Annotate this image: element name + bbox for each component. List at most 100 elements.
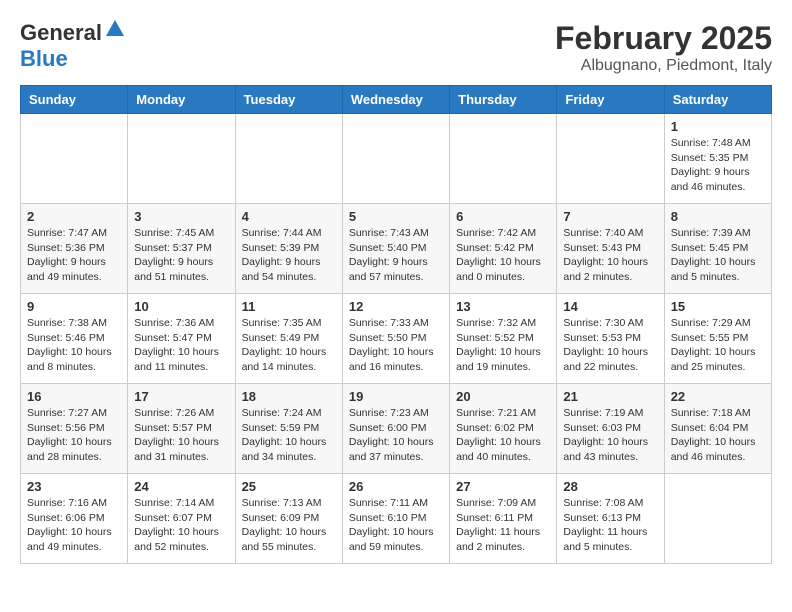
day-number: 9 [27, 299, 121, 314]
day-number: 21 [563, 389, 657, 404]
day-number: 7 [563, 209, 657, 224]
day-content: Sunrise: 7:27 AM Sunset: 5:56 PM Dayligh… [27, 406, 121, 465]
day-content: Sunrise: 7:09 AM Sunset: 6:11 PM Dayligh… [456, 496, 550, 555]
day-number: 3 [134, 209, 228, 224]
day-content: Sunrise: 7:30 AM Sunset: 5:53 PM Dayligh… [563, 316, 657, 375]
week-row-1: 1 Sunrise: 7:48 AM Sunset: 5:35 PM Daylig… [21, 114, 772, 204]
day-content: Sunrise: 7:21 AM Sunset: 6:02 PM Dayligh… [456, 406, 550, 465]
day-cell-19: 19 Sunrise: 7:23 AM Sunset: 6:00 PM Dayli… [342, 384, 449, 474]
day-cell-20: 20Sunrise: 7:21 AM Sunset: 6:02 PM Dayli… [450, 384, 557, 474]
day-content: Sunrise: 7:23 AM Sunset: 6:00 PM Dayligh… [349, 406, 443, 465]
day-content: Sunrise: 7:32 AM Sunset: 5:52 PM Dayligh… [456, 316, 550, 375]
day-number: 28 [563, 479, 657, 494]
day-content: Sunrise: 7:40 AM Sunset: 5:43 PM Dayligh… [563, 226, 657, 285]
day-content: Sunrise: 7:18 AM Sunset: 6:04 PM Dayligh… [671, 406, 765, 465]
day-content: Sunrise: 7:26 AM Sunset: 5:57 PM Dayligh… [134, 406, 228, 465]
week-row-4: 16 Sunrise: 7:27 AM Sunset: 5:56 PM Dayli… [21, 384, 772, 474]
day-cell-15: 15 Sunrise: 7:29 AM Sunset: 5:55 PM Dayli… [664, 294, 771, 384]
weekday-saturday: Saturday [664, 86, 771, 114]
logo-general: General [20, 20, 102, 46]
weekday-header-row: SundayMondayTuesdayWednesdayThursdayFrid… [21, 86, 772, 114]
day-content: Sunrise: 7:39 AM Sunset: 5:45 PM Dayligh… [671, 226, 765, 285]
empty-cell [21, 114, 128, 204]
day-number: 25 [242, 479, 336, 494]
empty-cell [128, 114, 235, 204]
day-cell-11: 11 Sunrise: 7:35 AM Sunset: 5:49 PM Dayli… [235, 294, 342, 384]
day-content: Sunrise: 7:35 AM Sunset: 5:49 PM Dayligh… [242, 316, 336, 375]
logo-icon [104, 18, 126, 40]
weekday-monday: Monday [128, 86, 235, 114]
day-content: Sunrise: 7:45 AM Sunset: 5:37 PM Dayligh… [134, 226, 228, 285]
subtitle: Albugnano, Piedmont, Italy [555, 57, 772, 75]
day-number: 19 [349, 389, 443, 404]
day-content: Sunrise: 7:48 AM Sunset: 5:35 PM Dayligh… [671, 136, 765, 195]
day-cell-27: 27 Sunrise: 7:09 AM Sunset: 6:11 PM Dayli… [450, 474, 557, 564]
day-cell-18: 18 Sunrise: 7:24 AM Sunset: 5:59 PM Dayli… [235, 384, 342, 474]
empty-cell [342, 114, 449, 204]
weekday-sunday: Sunday [21, 86, 128, 114]
day-number: 26 [349, 479, 443, 494]
page-container: General Blue February 2025 Albugnano, Pi… [20, 20, 772, 564]
day-number: 27 [456, 479, 550, 494]
day-number: 5 [349, 209, 443, 224]
day-content: Sunrise: 7:19 AM Sunset: 6:03 PM Dayligh… [563, 406, 657, 465]
day-number: 14 [563, 299, 657, 314]
day-cell-2: 2 Sunrise: 7:47 AM Sunset: 5:36 PM Daylig… [21, 204, 128, 294]
day-cell-10: 10Sunrise: 7:36 AM Sunset: 5:47 PM Dayli… [128, 294, 235, 384]
day-content: Sunrise: 7:33 AM Sunset: 5:50 PM Dayligh… [349, 316, 443, 375]
day-number: 18 [242, 389, 336, 404]
day-cell-6: 6 Sunrise: 7:42 AM Sunset: 5:42 PM Daylig… [450, 204, 557, 294]
week-row-5: 23 Sunrise: 7:16 AM Sunset: 6:06 PM Dayli… [21, 474, 772, 564]
day-content: Sunrise: 7:29 AM Sunset: 5:55 PM Dayligh… [671, 316, 765, 375]
empty-cell [664, 474, 771, 564]
day-number: 13 [456, 299, 550, 314]
day-number: 1 [671, 119, 765, 134]
day-content: Sunrise: 7:16 AM Sunset: 6:06 PM Dayligh… [27, 496, 121, 555]
empty-cell [235, 114, 342, 204]
day-number: 12 [349, 299, 443, 314]
day-cell-5: 5 Sunrise: 7:43 AM Sunset: 5:40 PM Daylig… [342, 204, 449, 294]
day-number: 10 [134, 299, 228, 314]
day-cell-9: 9 Sunrise: 7:38 AM Sunset: 5:46 PM Daylig… [21, 294, 128, 384]
day-cell-7: 7 Sunrise: 7:40 AM Sunset: 5:43 PM Daylig… [557, 204, 664, 294]
day-cell-26: 26 Sunrise: 7:11 AM Sunset: 6:10 PM Dayli… [342, 474, 449, 564]
header: General Blue February 2025 Albugnano, Pi… [20, 20, 772, 75]
day-number: 15 [671, 299, 765, 314]
day-cell-13: 13 Sunrise: 7:32 AM Sunset: 5:52 PM Dayli… [450, 294, 557, 384]
day-number: 11 [242, 299, 336, 314]
day-number: 17 [134, 389, 228, 404]
week-row-3: 9 Sunrise: 7:38 AM Sunset: 5:46 PM Daylig… [21, 294, 772, 384]
main-title: February 2025 [555, 20, 772, 57]
day-cell-1: 1 Sunrise: 7:48 AM Sunset: 5:35 PM Daylig… [664, 114, 771, 204]
day-content: Sunrise: 7:38 AM Sunset: 5:46 PM Dayligh… [27, 316, 121, 375]
day-number: 2 [27, 209, 121, 224]
day-number: 23 [27, 479, 121, 494]
day-number: 6 [456, 209, 550, 224]
day-content: Sunrise: 7:43 AM Sunset: 5:40 PM Dayligh… [349, 226, 443, 285]
logo-blue: Blue [20, 46, 68, 71]
calendar-table: SundayMondayTuesdayWednesdayThursdayFrid… [20, 85, 772, 564]
day-cell-24: 24Sunrise: 7:14 AM Sunset: 6:07 PM Dayli… [128, 474, 235, 564]
day-content: Sunrise: 7:24 AM Sunset: 5:59 PM Dayligh… [242, 406, 336, 465]
day-content: Sunrise: 7:08 AM Sunset: 6:13 PM Dayligh… [563, 496, 657, 555]
day-cell-14: 14 Sunrise: 7:30 AM Sunset: 5:53 PM Dayli… [557, 294, 664, 384]
day-content: Sunrise: 7:11 AM Sunset: 6:10 PM Dayligh… [349, 496, 443, 555]
day-content: Sunrise: 7:47 AM Sunset: 5:36 PM Dayligh… [27, 226, 121, 285]
empty-cell [557, 114, 664, 204]
day-cell-8: 8 Sunrise: 7:39 AM Sunset: 5:45 PM Daylig… [664, 204, 771, 294]
day-number: 8 [671, 209, 765, 224]
day-cell-4: 4 Sunrise: 7:44 AM Sunset: 5:39 PM Daylig… [235, 204, 342, 294]
weekday-thursday: Thursday [450, 86, 557, 114]
title-area: February 2025 Albugnano, Piedmont, Italy [555, 20, 772, 75]
day-content: Sunrise: 7:13 AM Sunset: 6:09 PM Dayligh… [242, 496, 336, 555]
day-number: 4 [242, 209, 336, 224]
day-cell-22: 22Sunrise: 7:18 AM Sunset: 6:04 PM Dayli… [664, 384, 771, 474]
weekday-friday: Friday [557, 86, 664, 114]
day-number: 16 [27, 389, 121, 404]
day-content: Sunrise: 7:14 AM Sunset: 6:07 PM Dayligh… [134, 496, 228, 555]
day-content: Sunrise: 7:44 AM Sunset: 5:39 PM Dayligh… [242, 226, 336, 285]
day-content: Sunrise: 7:42 AM Sunset: 5:42 PM Dayligh… [456, 226, 550, 285]
day-cell-21: 21 Sunrise: 7:19 AM Sunset: 6:03 PM Dayli… [557, 384, 664, 474]
week-row-2: 2 Sunrise: 7:47 AM Sunset: 5:36 PM Daylig… [21, 204, 772, 294]
day-cell-12: 12 Sunrise: 7:33 AM Sunset: 5:50 PM Dayli… [342, 294, 449, 384]
